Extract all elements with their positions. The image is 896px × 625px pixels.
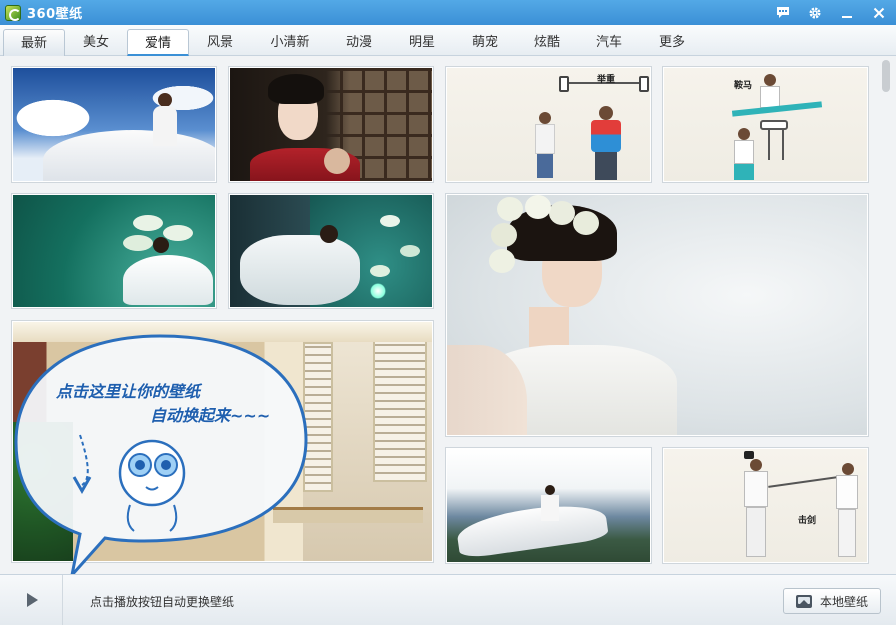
wallpaper-thumb[interactable]: 击剑 bbox=[662, 447, 869, 564]
wallpaper-image bbox=[230, 195, 432, 307]
wallpaper-thumb[interactable] bbox=[445, 447, 652, 564]
wallpaper-image bbox=[230, 68, 432, 181]
divider bbox=[62, 575, 63, 625]
wallpaper-image bbox=[13, 68, 215, 181]
bubble-line-1: 点击这里让你的壁纸 bbox=[56, 382, 201, 401]
cartoon-label: 击剑 bbox=[798, 516, 817, 526]
wallpaper-image bbox=[447, 449, 650, 562]
play-icon bbox=[27, 593, 38, 607]
cartoon-label: 举重 bbox=[597, 75, 616, 85]
bubble-line-2: 自动换起来~~~ bbox=[150, 406, 271, 425]
local-wallpaper-label: 本地壁纸 bbox=[819, 594, 868, 609]
tab-love[interactable]: 爱情 bbox=[127, 29, 189, 56]
scrollbar-thumb[interactable] bbox=[882, 60, 890, 92]
tab-cars[interactable]: 汽车 bbox=[578, 29, 640, 56]
play-button[interactable] bbox=[12, 585, 52, 615]
picture-folder-icon bbox=[795, 594, 812, 608]
app-title: 360壁纸 bbox=[27, 7, 83, 22]
tab-stars[interactable]: 明星 bbox=[391, 29, 453, 56]
tab-scenery[interactable]: 风景 bbox=[189, 29, 251, 56]
wallpaper-image bbox=[447, 195, 867, 435]
tab-pets[interactable]: 萌宠 bbox=[454, 29, 516, 56]
close-icon[interactable] bbox=[870, 4, 888, 22]
tab-fresh[interactable]: 小清新 bbox=[256, 29, 324, 56]
local-wallpaper-button[interactable]: 本地壁纸 bbox=[783, 588, 881, 614]
window-controls bbox=[774, 0, 888, 25]
app-logo-icon bbox=[5, 4, 21, 21]
wallpaper-image: 击剑 bbox=[664, 449, 867, 562]
tab-beauty[interactable]: 美女 bbox=[65, 29, 127, 56]
wallpaper-image bbox=[13, 195, 215, 307]
chat-bubble-icon[interactable] bbox=[774, 4, 792, 22]
tab-anime[interactable]: 动漫 bbox=[328, 29, 390, 56]
tab-more[interactable]: 更多 bbox=[641, 29, 703, 56]
auto-change-bubble[interactable]: 点击这里让你的壁纸 自动换起来~~~ bbox=[10, 330, 310, 580]
wallpaper-thumb[interactable] bbox=[228, 66, 434, 183]
bottom-bar: 点击播放按钮自动更换壁纸 本地壁纸 bbox=[0, 574, 896, 625]
cartoon-label: 鞍马 bbox=[734, 81, 753, 91]
auto-change-hint: 点击播放按钮自动更换壁纸 bbox=[90, 595, 235, 609]
wallpaper-thumb[interactable] bbox=[228, 193, 434, 309]
cartoon-face-icon bbox=[72, 434, 186, 532]
gear-icon[interactable] bbox=[806, 4, 824, 22]
wallpaper-image: 鞍马 bbox=[664, 68, 867, 181]
tab-latest[interactable]: 最新 bbox=[3, 29, 65, 56]
tab-cool[interactable]: 炫酷 bbox=[516, 29, 578, 56]
category-tabs: 最新 美女 爱情 风景 小清新 动漫 明星 萌宠 炫酷 汽车 更多 bbox=[0, 25, 896, 56]
wallpaper-thumb[interactable] bbox=[445, 193, 869, 437]
scrollbar-track[interactable] bbox=[880, 58, 892, 572]
wallpaper-thumb[interactable]: 鞍马 bbox=[662, 66, 869, 183]
wallpaper-thumb[interactable]: 举重 bbox=[445, 66, 652, 183]
title-bar: 360壁纸 bbox=[0, 0, 896, 25]
wallpaper-thumb[interactable] bbox=[11, 66, 217, 183]
wallpaper-image: 举重 bbox=[447, 68, 650, 181]
minimize-icon[interactable] bbox=[838, 4, 856, 22]
wallpaper-thumb[interactable] bbox=[11, 193, 217, 309]
